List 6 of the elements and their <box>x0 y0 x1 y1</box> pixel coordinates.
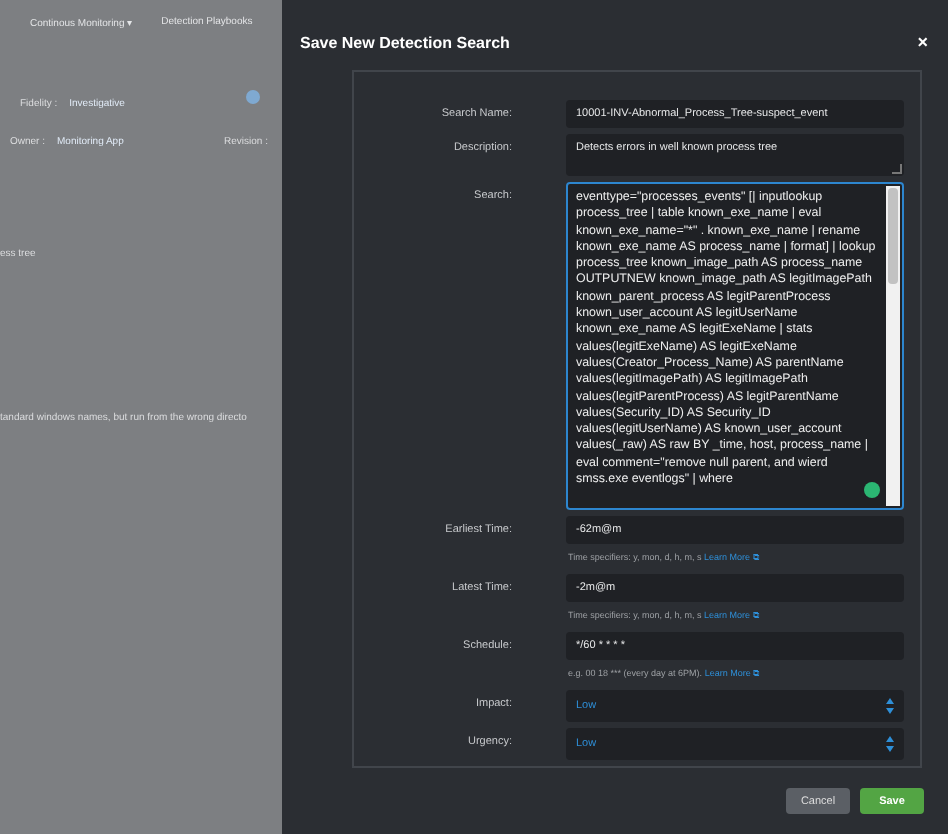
updown-icon <box>886 736 894 752</box>
updown-icon <box>886 698 894 714</box>
resize-handle-icon[interactable] <box>892 164 902 174</box>
close-button[interactable]: × <box>917 32 928 52</box>
dialog-title: Save New Detection Search <box>300 33 510 51</box>
scrollbar[interactable] <box>886 186 900 506</box>
